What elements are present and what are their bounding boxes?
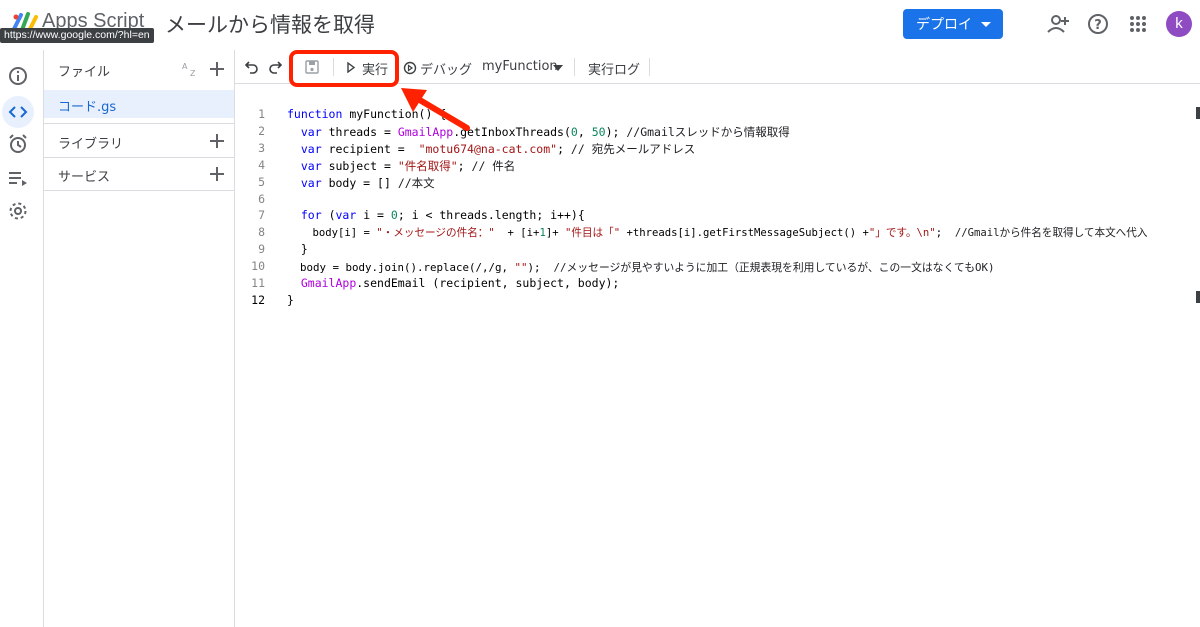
url-tooltip: https://www.google.com/?hl=en (0, 28, 154, 43)
files-panel: ファイル A Z コード.gs ライブラリ サービス (44, 50, 235, 627)
line-number: 1 (258, 107, 265, 121)
code-line[interactable]: GmailApp.sendEmail (recipient, subject, … (287, 276, 620, 290)
line-number: 9 (258, 242, 265, 256)
redo-icon[interactable] (267, 59, 283, 75)
code-line[interactable]: var threads = GmailApp.getInboxThreads(0… (287, 124, 790, 140)
executions-icon[interactable] (6, 166, 30, 190)
svg-text:?: ? (1094, 18, 1102, 33)
debug-label: デバッグ (420, 63, 473, 78)
files-title: ファイル (58, 65, 111, 80)
line-number: 11 (251, 276, 265, 290)
toolbar-separator (574, 58, 575, 76)
project-title[interactable]: メールから情報を取得 (165, 9, 375, 39)
deploy-button[interactable]: デプロイ (903, 9, 1003, 39)
help-icon[interactable]: ? (1085, 11, 1111, 37)
code-editor[interactable]: 1 2 3 4 5 6 7 8 9 10 11 12 function myFu… (235, 85, 1200, 627)
svg-text:Z: Z (190, 69, 196, 78)
svg-text:A: A (182, 62, 188, 71)
line-number: 10 (251, 259, 265, 273)
libraries-row[interactable]: ライブラリ (44, 124, 234, 158)
line-number: 12 (251, 293, 265, 307)
highlight-box (289, 50, 399, 87)
caret-down-icon (981, 22, 991, 27)
code-line[interactable]: body = body.join().replace(/,/g, ""); //… (287, 259, 995, 275)
files-header: ファイル A Z (44, 52, 234, 86)
line-number: 3 (258, 141, 265, 155)
execution-log-button[interactable]: 実行ログ (588, 59, 640, 78)
add-library-icon[interactable] (210, 134, 224, 148)
deploy-button-label: デプロイ (916, 17, 972, 33)
line-number: 2 (258, 124, 265, 138)
caret-down-icon (553, 65, 563, 71)
services-row[interactable]: サービス (44, 157, 234, 191)
divider (44, 190, 234, 191)
services-label: サービス (58, 170, 111, 185)
add-service-icon[interactable] (210, 167, 224, 181)
code-line[interactable]: var subject = "件名取得"; // 件名 (287, 158, 515, 174)
scrollbar-marker[interactable] (1196, 107, 1200, 119)
code-line[interactable]: } (287, 242, 308, 256)
function-select-value: myFunction (482, 59, 558, 74)
file-item[interactable]: コード.gs (44, 90, 234, 118)
code-line[interactable]: for (var i = 0; i < threads.length; i++)… (287, 208, 585, 222)
debug-icon (403, 61, 417, 75)
code-line[interactable]: var recipient = "motu674@na-cat.com"; //… (287, 141, 695, 157)
code-line[interactable]: body[i] = "・メッセージの件名：" + [i+1]+ "件目は「" +… (287, 225, 1148, 240)
file-name: コード.gs (58, 100, 117, 115)
app-header: Apps Script https://www.google.com/?hl=e… (0, 0, 1200, 50)
line-number: 6 (258, 192, 265, 206)
code-icon[interactable] (6, 100, 30, 124)
scrollbar-marker[interactable] (1196, 291, 1200, 303)
undo-icon[interactable] (244, 59, 260, 75)
code-line[interactable]: } (287, 293, 294, 307)
toolbar-separator (649, 58, 650, 76)
line-number: 4 (258, 158, 265, 172)
alarm-icon[interactable] (6, 132, 30, 156)
line-number: 5 (258, 175, 265, 189)
apps-grid-icon[interactable] (1125, 11, 1151, 37)
add-person-icon[interactable] (1045, 11, 1071, 37)
left-rail (0, 50, 44, 627)
libraries-label: ライブラリ (58, 137, 124, 152)
sort-az-icon[interactable]: A Z (181, 60, 199, 78)
line-number: 8 (258, 225, 265, 239)
add-file-icon[interactable] (210, 62, 224, 76)
info-icon[interactable] (6, 64, 30, 88)
settings-icon[interactable] (6, 199, 30, 223)
line-number: 7 (258, 208, 265, 222)
red-arrow-annotation (401, 88, 470, 131)
code-line[interactable]: var body = [] //本文 (287, 175, 435, 191)
avatar[interactable]: k (1166, 11, 1192, 37)
function-select[interactable]: myFunction (482, 59, 568, 77)
